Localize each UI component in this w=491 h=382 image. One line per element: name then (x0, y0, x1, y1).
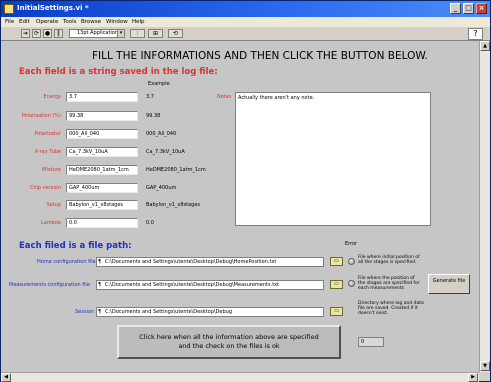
window-title: InitialSettings.vi * (17, 4, 89, 12)
align-objects-icon[interactable]: ⫶ (130, 29, 145, 38)
error-label: Error (345, 241, 358, 247)
browse-folder-icon[interactable]: ▭ (330, 257, 343, 266)
abort-icon[interactable]: ● (43, 29, 52, 38)
reorder-icon[interactable]: ⟲ (168, 29, 183, 38)
home-config-path-input[interactable]: ¶ C:\Documents and Settings\utente\Deskt… (96, 257, 324, 267)
polarizator-example: 000_All_040 (146, 131, 177, 137)
files-section-title: Each filed is a file path: (19, 241, 132, 251)
chip-version-example: GAP_400um (146, 185, 177, 191)
mixture-example: HeDME2080_1atm_1cm (146, 167, 206, 173)
font-select[interactable]: 13pt Application Font ▾ (69, 29, 125, 38)
lambda-input[interactable]: 0.0 (66, 218, 138, 228)
menu-operate[interactable]: Operate (36, 19, 58, 25)
minimize-button[interactable]: _ (450, 3, 461, 14)
setup-example: Babylon_v1_x8stages (146, 202, 201, 208)
labview-window: InitialSettings.vi * _ □ × File Edit Ope… (0, 0, 491, 382)
polarizator-label: Polarizator (34, 131, 61, 137)
strings-section-title: Each field is a string saved in the log … (19, 67, 218, 77)
setup-label: Setup (46, 202, 61, 208)
session-path-value: C:\Documents and Settings\utente\Desktop… (105, 309, 232, 315)
lambda-label: Lambda (40, 220, 61, 226)
browse-folder-icon[interactable]: ▭ (330, 280, 343, 289)
home-config-hint: File where initial position of all the s… (358, 255, 420, 265)
example-label: Example (148, 81, 170, 87)
measurements-config-label: Measurements configuration file (9, 282, 90, 288)
notes-label: Notes (217, 94, 232, 100)
chip-version-input[interactable]: GAP_400um (66, 183, 138, 193)
page-title: FILL THE INFORMATIONS AND THEN CLICK THE… (92, 50, 428, 62)
scroll-up-icon[interactable]: ▲ (480, 41, 490, 51)
polarisation-input[interactable]: 99.38 (66, 111, 138, 121)
session-label: Session (75, 309, 95, 315)
close-button[interactable]: × (476, 3, 487, 14)
polarisation-example: 99.38 (146, 113, 161, 119)
home-config-path-value: C:\Documents and Settings\utente\Desktop… (105, 259, 277, 265)
generate-file-button[interactable]: Generate file (428, 274, 470, 294)
home-config-error-led (348, 258, 355, 265)
path-icon: ¶ (98, 259, 102, 265)
menu-browse[interactable]: Browse (81, 19, 101, 25)
measurements-config-path-input[interactable]: ¶ C:\Documents and Settings\utente\Deskt… (96, 280, 324, 290)
energy-label: Energy (43, 94, 61, 100)
menu-help[interactable]: Help (132, 19, 145, 25)
polarisation-label: Polarisation (%) (21, 113, 61, 119)
measurements-config-hint: File where the position of the stages ar… (358, 276, 420, 291)
session-path-input[interactable]: ¶ C:\Documents and Settings\utente\Deskt… (96, 307, 324, 317)
mixture-input[interactable]: HeDME2080_1atm_1cm (66, 165, 138, 175)
energy-input[interactable]: 3.7 (66, 92, 138, 102)
lambda-example: 0.0 (146, 220, 154, 226)
setup-input[interactable]: Babylon_v1_x8stages (66, 200, 138, 210)
horizontal-scrollbar[interactable]: ◀ ▶ (1, 372, 479, 382)
path-icon: ¶ (98, 309, 102, 315)
distribute-objects-icon[interactable]: ⊞ (148, 29, 163, 38)
xray-tube-label: X-ray Tube (34, 149, 61, 155)
counter-indicator: 0 (358, 337, 384, 347)
scroll-left-icon[interactable]: ◀ (1, 373, 11, 382)
vi-icon (4, 4, 14, 14)
run-arrow-icon[interactable]: ➔ (21, 29, 30, 38)
submit-button[interactable]: Click here when all the information abov… (117, 325, 341, 359)
pause-icon[interactable]: ‖ (54, 29, 63, 38)
toolbar: ➔ ⟳ ● ‖ 13pt Application Font ▾ ⫶ ⊞ ⟲ (1, 27, 490, 41)
scroll-right-icon[interactable]: ▶ (468, 373, 478, 382)
chevron-down-icon: ▾ (117, 30, 124, 37)
path-icon: ¶ (98, 282, 102, 288)
xray-tube-input[interactable]: Ca_7.3kV_10uA (66, 147, 138, 157)
xray-tube-example: Ca_7.3kV_10uA (146, 149, 185, 155)
run-continuously-icon[interactable]: ⟳ (32, 29, 41, 38)
menu-edit[interactable]: Edit (19, 19, 30, 25)
submit-button-line2: and the check on the files is ok (178, 342, 280, 350)
scroll-down-icon[interactable]: ▼ (480, 361, 490, 371)
chip-version-label: Chip version (29, 185, 61, 191)
vertical-scrollbar[interactable]: ▲ ▼ (479, 41, 490, 372)
mixture-label: Mixture (42, 167, 61, 173)
submit-button-line1: Click here when all the information abov… (139, 333, 319, 341)
help-icon[interactable]: ? (468, 28, 483, 40)
browse-folder-icon[interactable]: ▭ (330, 307, 343, 316)
home-config-label: Home configuration file (37, 259, 96, 265)
session-hint: Directory where log and data file are sa… (358, 301, 424, 316)
polarizator-input[interactable]: 000_All_040 (66, 129, 138, 139)
measurements-config-path-value: C:\Documents and Settings\utente\Desktop… (105, 282, 280, 288)
maximize-button[interactable]: □ (463, 3, 474, 14)
menu-file[interactable]: File (5, 19, 14, 25)
menu-window[interactable]: Window (106, 19, 128, 25)
menu-tools[interactable]: Tools (63, 19, 77, 25)
energy-example: 3.7 (146, 94, 154, 100)
notes-textarea[interactable]: Actually there aren't any note. (235, 92, 431, 226)
measurements-config-error-led (348, 280, 355, 287)
menu-bar: File Edit Operate Tools Browse Window He… (1, 17, 490, 27)
title-bar: InitialSettings.vi * _ □ × (1, 1, 490, 17)
